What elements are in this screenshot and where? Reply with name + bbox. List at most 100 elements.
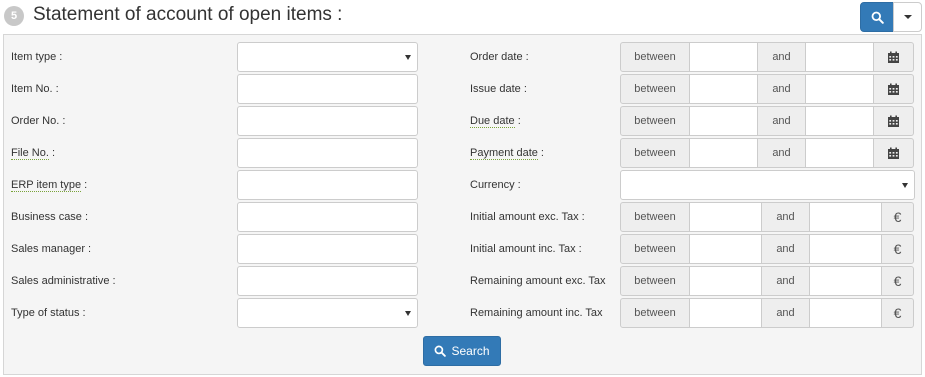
file-no-input[interactable]: [237, 138, 418, 168]
sales-administrative-label: Sales administrative :: [11, 275, 116, 287]
sales-administrative-label-text: Sales administrative :: [11, 275, 116, 287]
initial-amount-exc-tax-label-text: Initial amount exc. Tax :: [470, 211, 585, 223]
business-case-label-text: Business case :: [11, 211, 89, 223]
initial-amount-inc-tax-to-input[interactable]: [810, 234, 882, 264]
due-date-label-suffix: :: [514, 115, 521, 127]
remaining-amount-exc-tax-from-input[interactable]: [690, 266, 762, 296]
order-date-from-input[interactable]: [690, 42, 758, 72]
payment-date-label: Payment date :: [470, 147, 544, 160]
order-date-label-text: Order date :: [470, 51, 529, 63]
section-title: Statement of account of open items :: [33, 4, 343, 25]
between-addon: between: [620, 298, 690, 328]
and-addon: and: [758, 74, 806, 104]
erp-item-type-label-suffix: :: [81, 179, 88, 191]
item-no-label: Item No. :: [11, 83, 59, 95]
order-no-label-text: Order No. :: [11, 115, 66, 127]
issue-date-range: between and: [620, 74, 914, 104]
remaining-amount-inc-tax-range: between and €: [620, 298, 914, 328]
type-of-status-label-text: Type of status :: [11, 307, 86, 319]
payment-date-from-input[interactable]: [690, 138, 758, 168]
remaining-amount-inc-tax-to-input[interactable]: [810, 298, 882, 328]
search-button[interactable]: Search: [423, 336, 501, 366]
erp-item-type-label: ERP item type :: [11, 179, 88, 192]
euro-addon: €: [882, 298, 914, 328]
and-addon: and: [762, 234, 810, 264]
item-type-select[interactable]: [237, 42, 418, 72]
and-addon: and: [762, 266, 810, 296]
section-header: 5 Statement of account of open items :: [0, 0, 925, 34]
between-addon: between: [620, 42, 690, 72]
file-no-label: File No. :: [11, 147, 56, 160]
chevron-down-icon: [405, 311, 411, 316]
due-date-calendar-button[interactable]: [874, 106, 914, 136]
and-addon: and: [758, 138, 806, 168]
type-of-status-label: Type of status :: [11, 307, 86, 319]
search-button-label: Search: [451, 344, 490, 358]
remaining-amount-inc-tax-from-input[interactable]: [690, 298, 762, 328]
initial-amount-exc-tax-to-input[interactable]: [810, 202, 882, 232]
file-no-label-text: File No.: [11, 147, 49, 160]
search-form-panel: Item type : Item No. : Order No. : File No.…: [3, 34, 922, 375]
euro-addon: €: [882, 234, 914, 264]
remaining-amount-exc-tax-label: Remaining amount exc. Tax: [470, 275, 606, 287]
between-addon: between: [620, 138, 690, 168]
between-addon: between: [620, 234, 690, 264]
remaining-amount-exc-tax-to-input[interactable]: [810, 266, 882, 296]
euro-addon: €: [882, 266, 914, 296]
calendar-icon: [887, 115, 900, 128]
type-of-status-select[interactable]: [237, 298, 418, 328]
currency-select[interactable]: [620, 170, 915, 200]
due-date-label: Due date :: [470, 115, 521, 128]
initial-amount-inc-tax-from-input[interactable]: [690, 234, 762, 264]
sales-manager-input[interactable]: [237, 234, 418, 264]
payment-date-to-input[interactable]: [806, 138, 874, 168]
between-addon: between: [620, 202, 690, 232]
and-addon: and: [758, 106, 806, 136]
initial-amount-exc-tax-label: Initial amount exc. Tax :: [470, 211, 585, 223]
payment-date-label-text: Payment date: [470, 147, 538, 160]
chevron-down-icon: [902, 183, 908, 188]
due-date-range: between and: [620, 106, 914, 136]
erp-item-type-input[interactable]: [237, 170, 418, 200]
sales-manager-label-text: Sales manager :: [11, 243, 92, 255]
header-options-dropdown-button[interactable]: [893, 2, 922, 32]
remaining-amount-inc-tax-label: Remaining amount inc. Tax: [470, 307, 602, 319]
business-case-input[interactable]: [237, 202, 418, 232]
header-search-button[interactable]: [860, 2, 894, 32]
between-addon: between: [620, 74, 690, 104]
file-no-label-suffix: :: [48, 147, 56, 159]
sales-manager-label: Sales manager :: [11, 243, 91, 255]
chevron-down-icon: [405, 55, 411, 60]
calendar-icon: [887, 147, 900, 160]
payment-date-calendar-button[interactable]: [874, 138, 914, 168]
due-date-from-input[interactable]: [690, 106, 758, 136]
sales-administrative-input[interactable]: [237, 266, 418, 296]
initial-amount-inc-tax-label-text: Initial amount inc. Tax :: [470, 243, 582, 255]
order-date-calendar-button[interactable]: [874, 42, 914, 72]
issue-date-calendar-button[interactable]: [874, 74, 914, 104]
business-case-label: Business case :: [11, 211, 88, 223]
issue-date-from-input[interactable]: [690, 74, 758, 104]
and-addon: and: [758, 42, 806, 72]
initial-amount-inc-tax-label: Initial amount inc. Tax :: [470, 243, 582, 255]
search-icon: [871, 11, 884, 24]
calendar-icon: [887, 83, 900, 96]
item-no-input[interactable]: [237, 74, 418, 104]
issue-date-label-text: Issue date :: [470, 83, 527, 95]
order-date-to-input[interactable]: [806, 42, 874, 72]
due-date-to-input[interactable]: [806, 106, 874, 136]
issue-date-label: Issue date :: [470, 83, 527, 95]
currency-label: Currency :: [470, 179, 521, 191]
chevron-down-icon: [903, 15, 912, 19]
payment-date-range: between and: [620, 138, 914, 168]
initial-amount-exc-tax-from-input[interactable]: [690, 202, 762, 232]
calendar-icon: [887, 51, 900, 64]
initial-amount-exc-tax-range: between and €: [620, 202, 914, 232]
remaining-amount-exc-tax-range: between and €: [620, 266, 914, 296]
euro-addon: €: [882, 202, 914, 232]
order-no-input[interactable]: [237, 106, 418, 136]
issue-date-to-input[interactable]: [806, 74, 874, 104]
item-type-label-text: Item type :: [11, 51, 63, 63]
between-addon: between: [620, 266, 690, 296]
order-no-label: Order No. :: [11, 115, 65, 127]
